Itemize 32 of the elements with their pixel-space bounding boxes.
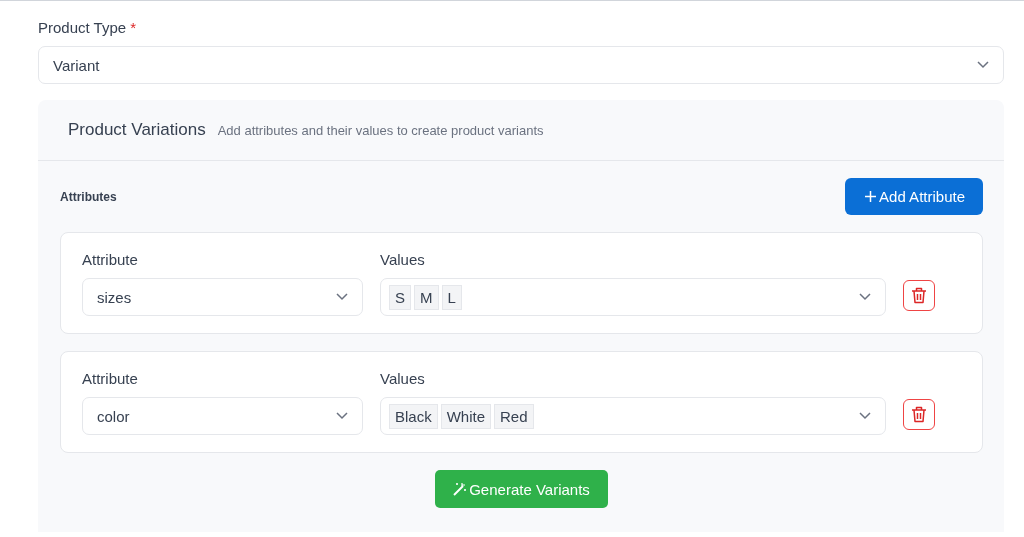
field-label: Product Type [38,19,127,36]
chevron-down-icon [336,412,348,420]
field-label: Values [380,251,426,268]
plus-icon [865,191,877,202]
magic-wand-icon [453,482,468,496]
value-tag: L [441,284,462,310]
chevron-down-icon [859,412,871,420]
chevron-down-icon [336,293,348,301]
value-tag: S [389,284,411,310]
required-mark: * [130,19,136,36]
attribute-select[interactable]: sizes [82,278,363,316]
attributes-heading: Attributes [60,189,117,204]
delete-button[interactable] [903,399,935,430]
value-tag: White [440,403,492,429]
trash-icon [911,287,927,304]
values-select[interactable]: Black White Red [380,397,886,435]
value-tag: Red [494,403,534,429]
value-tag: M [414,284,439,310]
field-label: Attribute [82,251,139,268]
chevron-down-icon [977,61,989,69]
field-label: Attribute [82,370,139,387]
value-tag: Black [389,403,438,429]
section-subtitle: Add attributes and their values to create product variants [217,123,544,138]
values-select[interactable]: S M L [380,278,886,316]
field-label: Values [380,370,426,387]
trash-icon [911,406,927,423]
attribute-select[interactable]: color [82,397,363,435]
section-title: Product Variations [68,120,206,140]
product-type-select[interactable]: Variant [38,46,1004,84]
chevron-down-icon [859,293,871,301]
add-attribute-button[interactable]: Add Attribute [845,178,983,215]
delete-button[interactable] [903,280,935,311]
